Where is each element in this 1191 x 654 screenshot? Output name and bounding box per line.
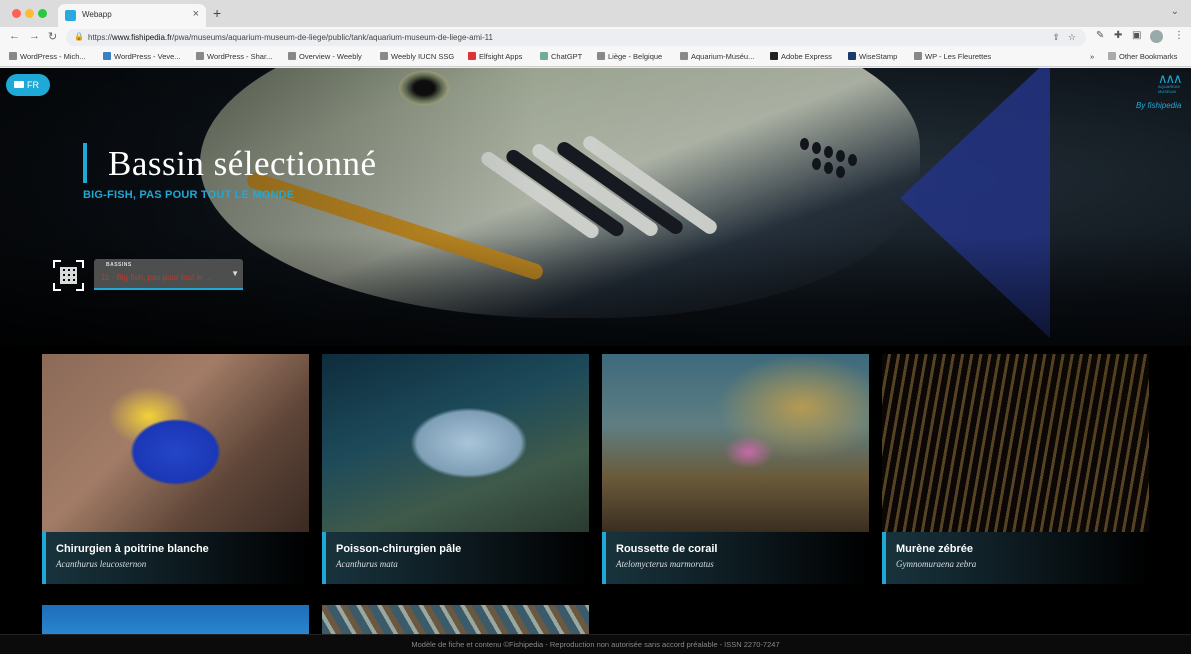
species-photo <box>322 354 589 532</box>
tank-select[interactable]: BASSINS 11 - Big-fish, pas pour tout le … <box>94 259 243 290</box>
species-name: Chirurgien à poitrine blanche <box>56 543 209 555</box>
species-scientific-name: Atelomycterus marmoratus <box>616 559 714 569</box>
species-card[interactable]: Roussette de corail Atelomycterus marmor… <box>602 354 869 584</box>
species-card-partial[interactable] <box>322 605 589 634</box>
maximize-window-button[interactable] <box>38 9 47 18</box>
species-photo <box>42 354 309 532</box>
lock-icon: 🔒 <box>74 32 84 41</box>
new-tab-icon[interactable]: + <box>213 5 221 21</box>
tank-select-label: BASSINS <box>106 262 132 268</box>
page: FR ∧∧∧ AQUARIUM MUSEUM By fishipedia Bass… <box>0 68 1191 654</box>
close-window-button[interactable] <box>12 9 21 18</box>
species-scientific-name: Acanthurus leucosternon <box>56 559 147 569</box>
fishipedia-brand[interactable]: By fishipedia <box>1136 101 1181 110</box>
webapp-favicon-icon <box>65 10 76 21</box>
tab-strip: Webapp × + ⌄ <box>0 0 1191 27</box>
page-subtitle: BIG-FISH, PAS POUR TOUT LE MONDE <box>83 189 295 201</box>
tab-webapp[interactable]: Webapp × <box>58 4 206 27</box>
address-bar[interactable]: 🔒 https://www.fishipedia.fr/pwa/museums/… <box>66 29 1086 46</box>
species-card-partial[interactable] <box>42 605 309 634</box>
species-scientific-name: Acanthurus mata <box>336 559 398 569</box>
species-name: Poisson-chirurgien pâle <box>336 543 462 555</box>
other-bookmarks[interactable]: Other Bookmarks <box>1108 52 1177 61</box>
browser-toolbar: ← → ↻ 🔒 https://www.fishipedia.fr/pwa/mu… <box>0 27 1191 48</box>
bookmarks-bar: WordPress - Mich... WordPress - Veve... … <box>0 48 1191 67</box>
url-text: https://www.fishipedia.fr/pwa/museums/aq… <box>88 33 493 42</box>
browser-chrome: Webapp × + ⌄ ← → ↻ 🔒 https://www.fishipe… <box>0 0 1191 68</box>
back-icon[interactable]: ← <box>9 30 20 42</box>
title-accent-bar <box>83 143 87 183</box>
species-name: Murène zébrée <box>896 543 974 555</box>
aquarium-museum-logo[interactable]: ∧∧∧ AQUARIUM MUSEUM <box>1158 71 1184 94</box>
close-tab-icon[interactable]: × <box>193 8 199 20</box>
bookmark-item[interactable]: Aquarium-Muséu... <box>680 52 754 61</box>
species-name: Roussette de corail <box>616 543 718 555</box>
species-card[interactable]: Chirurgien à poitrine blanche Acanthurus… <box>42 354 309 584</box>
species-card[interactable]: Poisson-chirurgien pâle Acanthurus mata <box>322 354 589 584</box>
bookmark-item[interactable]: WordPress - Veve... <box>103 52 181 61</box>
forward-icon[interactable]: → <box>29 30 40 42</box>
species-photo <box>882 354 1149 532</box>
flag-icon <box>14 81 24 88</box>
bookmark-item[interactable]: Overview - Weebly <box>288 52 362 61</box>
bookmark-item[interactable]: Liège - Belgique <box>597 52 662 61</box>
minimize-window-button[interactable] <box>25 9 34 18</box>
bookmark-item[interactable]: Weebly IUCN SSG <box>380 52 454 61</box>
bookmark-item[interactable]: WordPress - Shar... <box>196 52 272 61</box>
bookmark-item[interactable]: Elfsight Apps <box>468 52 522 61</box>
species-card[interactable]: Murène zébrée Gymnomuraena zebra <box>882 354 1149 584</box>
bookmark-item[interactable]: ChatGPT <box>540 52 582 61</box>
hero-banner: FR ∧∧∧ AQUARIUM MUSEUM By fishipedia Bass… <box>0 68 1191 346</box>
reload-icon[interactable]: ↻ <box>48 30 57 43</box>
sidebar-icon[interactable]: ▣ <box>1132 30 1141 41</box>
species-photo <box>322 605 589 634</box>
share-icon[interactable]: ⇪ <box>1052 32 1060 43</box>
page-title: Bassin sélectionné <box>108 144 377 183</box>
species-photo <box>42 605 309 634</box>
puzzle-icon[interactable]: ✚ <box>1114 30 1122 41</box>
more-bookmarks-icon[interactable]: » <box>1090 52 1094 61</box>
chevron-down-icon[interactable]: ⌄ <box>1171 6 1179 17</box>
tab-title: Webapp <box>82 10 112 19</box>
bookmark-item[interactable]: WordPress - Mich... <box>9 52 86 61</box>
bookmark-star-icon[interactable]: ☆ <box>1068 32 1076 43</box>
bookmark-item[interactable]: WP - Les Fleurettes <box>914 52 991 61</box>
qr-scan-icon[interactable] <box>53 260 84 291</box>
tank-select-value: 11 - Big-fish, pas pour tout le ... <box>101 273 212 282</box>
species-photo <box>602 354 869 532</box>
species-scientific-name: Gymnomuraena zebra <box>896 559 977 569</box>
bookmark-item[interactable]: Adobe Express <box>770 52 832 61</box>
footer-copyright: Modèle de fiche et contenu ©Fishipedia -… <box>0 634 1191 654</box>
wave-logo-icon: ∧∧∧ <box>1158 71 1183 86</box>
bookmark-item[interactable]: WiseStamp <box>848 52 897 61</box>
kebab-menu-icon[interactable]: ⋮ <box>1174 30 1184 41</box>
language-toggle[interactable]: FR <box>6 74 50 96</box>
profile-avatar[interactable] <box>1150 30 1163 43</box>
extension-icon[interactable]: ✎ <box>1096 30 1104 41</box>
dropdown-arrow-icon: ▼ <box>231 269 239 278</box>
